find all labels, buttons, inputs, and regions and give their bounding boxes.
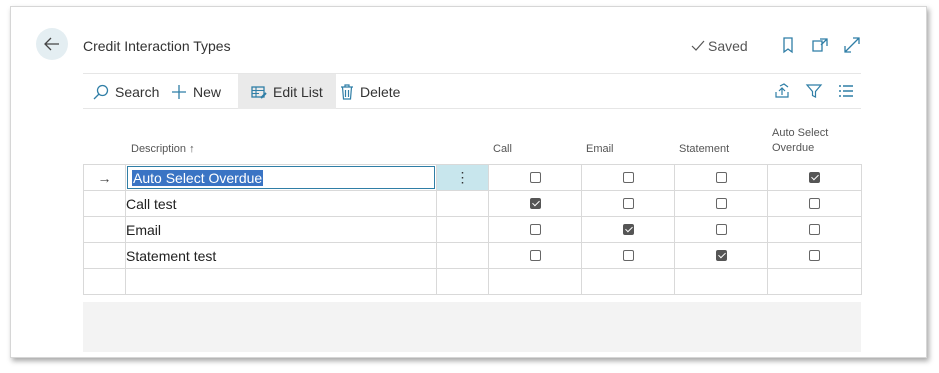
row-menu-cell [436, 190, 489, 217]
email-checkbox[interactable] [622, 198, 634, 209]
table-row[interactable]: → Auto Select Overdue ⋮ [83, 164, 862, 191]
new-button[interactable]: New [171, 74, 221, 109]
column-header-description[interactable]: Description ↑ [131, 142, 195, 157]
auto-select-overdue-checkbox[interactable] [809, 250, 820, 261]
email-cell [581, 216, 675, 243]
saved-status: Saved [691, 38, 748, 54]
call-cell [488, 242, 582, 269]
call-cell [488, 164, 582, 191]
statement-cell [674, 216, 768, 243]
email-checkbox[interactable] [622, 172, 634, 183]
column-label-auto-select-line2: Overdue [772, 142, 815, 154]
row-menu-cell [436, 242, 489, 269]
bookmark-icon[interactable] [779, 36, 797, 54]
statement-checkbox[interactable] [715, 224, 727, 235]
arrow-left-icon [44, 37, 59, 51]
row-menu-cell [436, 268, 489, 295]
statement-cell [674, 164, 768, 191]
description-cell[interactable]: Call test [125, 190, 437, 217]
edit-list-icon [251, 85, 267, 99]
description-cell[interactable]: Email [125, 216, 437, 243]
search-button[interactable]: Search [93, 74, 159, 109]
trash-icon [341, 83, 353, 100]
statement-checkbox[interactable] [715, 250, 727, 261]
row-indicator [83, 268, 126, 295]
call-checkbox[interactable] [529, 250, 541, 261]
delete-label: Delete [360, 83, 401, 100]
call-checkbox[interactable] [529, 198, 541, 209]
call-cell [488, 190, 582, 217]
auto-select-cell [767, 268, 862, 295]
email-cell [581, 190, 675, 217]
share-icon[interactable] [773, 82, 791, 100]
open-in-new-window-icon[interactable] [811, 36, 829, 54]
page-title: Credit Interaction Types [83, 38, 231, 54]
call-cell [488, 268, 582, 295]
column-header-email[interactable]: Email [586, 142, 614, 157]
row-indicator [83, 242, 126, 269]
call-cell [488, 216, 582, 243]
description-cell[interactable] [125, 268, 437, 295]
column-header-statement[interactable]: Statement [679, 142, 729, 157]
delete-button[interactable]: Delete [340, 74, 400, 109]
description-cell[interactable]: Auto Select Overdue [125, 164, 437, 191]
arrow-right-icon: → [97, 169, 112, 186]
interaction-types-grid: Description ↑ Call Email Statement Auto … [83, 114, 862, 295]
email-cell [581, 242, 675, 269]
auto-select-overdue-checkbox[interactable] [809, 198, 820, 209]
list-icon[interactable] [837, 82, 855, 100]
email-checkbox[interactable] [622, 250, 634, 261]
more-options-icon: ⋮ [455, 169, 470, 185]
new-row[interactable] [83, 268, 862, 295]
auto-select-cell [767, 216, 862, 243]
email-checkbox[interactable] [622, 224, 634, 235]
statement-cell [674, 190, 768, 217]
auto-select-overdue-checkbox[interactable] [809, 224, 820, 235]
edit-list-label: Edit List [273, 83, 323, 100]
auto-select-cell [767, 242, 862, 269]
table-row[interactable]: Call test [83, 190, 862, 217]
auto-select-cell [767, 164, 862, 191]
row-menu-cell [436, 216, 489, 243]
statement-checkbox[interactable] [715, 172, 727, 183]
column-label-auto-select-line1: Auto Select [772, 127, 829, 139]
grid-header: Description ↑ Call Email Statement Auto … [83, 114, 861, 164]
statement-cell [674, 268, 768, 295]
description-value: Auto Select Overdue [132, 169, 264, 186]
action-bar: Search New Edit List Delete [83, 73, 861, 109]
description-cell[interactable]: Statement test [125, 242, 437, 269]
saved-label: Saved [708, 38, 748, 54]
filter-icon[interactable] [805, 82, 823, 100]
statement-checkbox[interactable] [715, 198, 727, 209]
statement-cell [674, 242, 768, 269]
current-row-indicator: → [83, 164, 126, 191]
edit-list-button[interactable]: Edit List [238, 74, 336, 109]
email-cell [581, 268, 675, 295]
new-label: New [193, 83, 222, 100]
search-label: Search [115, 83, 160, 100]
call-checkbox[interactable] [529, 172, 541, 183]
plus-icon [172, 84, 186, 99]
sort-ascending-icon: ↑ [189, 143, 195, 155]
expand-icon[interactable] [843, 36, 861, 54]
grid-rows: → Auto Select Overdue ⋮ Call test Email … [83, 164, 862, 295]
checkmark-icon [691, 40, 705, 51]
email-cell [581, 164, 675, 191]
table-row[interactable]: Email [83, 216, 862, 243]
call-checkbox[interactable] [529, 224, 541, 235]
auto-select-overdue-checkbox[interactable] [809, 172, 820, 183]
row-indicator [83, 216, 126, 243]
auto-select-cell [767, 190, 862, 217]
column-label-description: Description [131, 143, 187, 155]
back-button[interactable] [36, 28, 68, 60]
row-indicator [83, 190, 126, 217]
description-input[interactable]: Auto Select Overdue [127, 166, 435, 189]
search-icon [93, 84, 109, 99]
column-header-call[interactable]: Call [493, 142, 512, 157]
row-menu-button[interactable]: ⋮ [436, 164, 489, 191]
column-header-auto-select[interactable]: Auto Select Overdue [772, 126, 828, 156]
page-window: Credit Interaction Types Saved Search Ne… [10, 6, 927, 358]
table-row[interactable]: Statement test [83, 242, 862, 269]
grid-empty-area [83, 302, 861, 352]
